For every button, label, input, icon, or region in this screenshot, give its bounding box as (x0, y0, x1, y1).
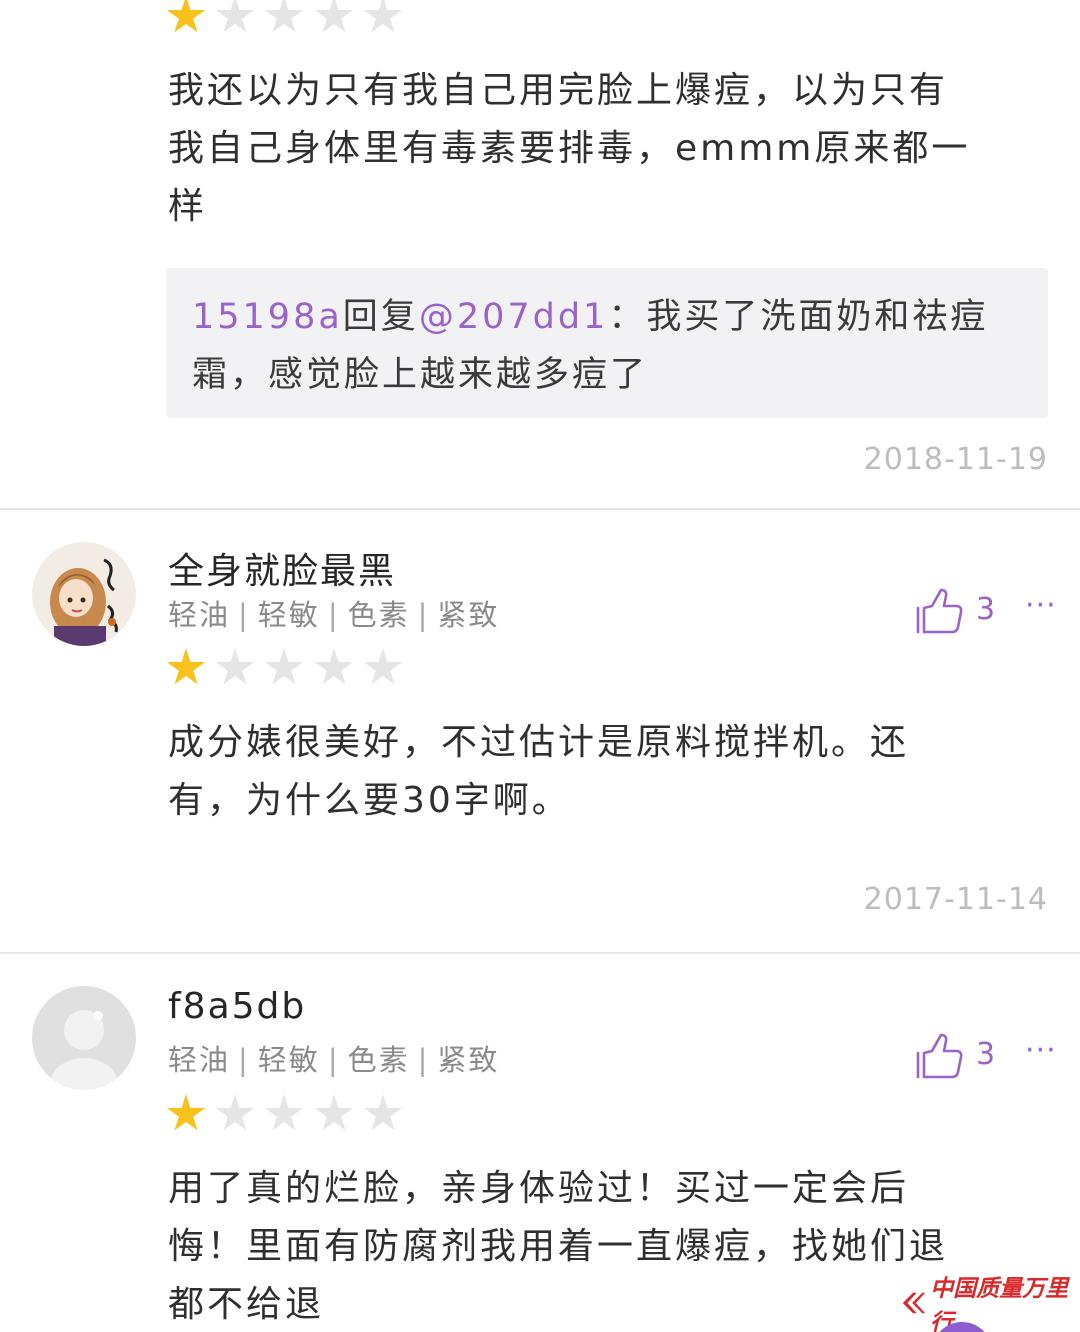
reply-username[interactable]: 15198a (192, 297, 343, 337)
star-icon (166, 648, 206, 685)
skin-tag: 轻敏 (257, 1043, 320, 1077)
star-icon (314, 1094, 354, 1131)
thumbs-up-icon[interactable] (914, 588, 964, 634)
avatar-image (32, 542, 136, 646)
divider (0, 508, 1080, 510)
skin-tag: 紧致 (437, 598, 500, 632)
divider (0, 952, 1080, 954)
skin-tag: 紧致 (437, 1043, 500, 1077)
like-count: 3 (976, 592, 996, 627)
review-text: 成分婊很美好，不过估计是原料搅拌机。还 有，为什么要30字啊。 (168, 722, 910, 821)
star-icon (264, 1094, 304, 1131)
review-text: 我还以为只有我自己用完脸上爆痘，以为只有 我自己身体里有毒素要排毒，emmm原来… (168, 70, 971, 227)
star-icon (264, 648, 304, 685)
star-icon (363, 1094, 403, 1131)
default-avatar-icon (32, 986, 136, 1090)
star-icon (166, 1094, 206, 1131)
star-icon (363, 0, 403, 33)
star-icon (215, 1094, 255, 1131)
reply-target-username[interactable]: @207dd1 (419, 297, 609, 337)
star-icon (215, 648, 255, 685)
skin-tag: 轻油 (168, 1043, 231, 1077)
skin-tags: 轻油 | 轻敏 | 色素 | 紧致 (168, 1043, 500, 1077)
comments-page: 我还以为只有我自己用完脸上爆痘，以为只有 我自己身体里有毒素要排毒，emmm原来… (0, 0, 1080, 1332)
skin-tag: 轻敏 (257, 598, 320, 632)
like-count: 3 (976, 1037, 996, 1072)
avatar[interactable] (32, 542, 136, 646)
star-icon (215, 0, 255, 33)
reply-box[interactable]: 15198a回复@207dd1：我买了洗面奶和祛痘 霜，感觉脸上越来越多痘了 (166, 268, 1048, 418)
thumbs-up-icon[interactable] (914, 1033, 964, 1079)
review-date: 2018-11-19 (863, 442, 1048, 477)
skin-tags: 轻油 | 轻敏 | 色素 | 紧致 (168, 598, 500, 632)
star-icon (166, 0, 206, 33)
watermark: 中国质量万里行 (900, 1275, 1080, 1332)
avatar[interactable] (32, 986, 136, 1090)
star-icon (314, 0, 354, 33)
reply-connector: 回复 (342, 297, 419, 337)
username[interactable]: 全身就脸最黑 (168, 542, 396, 594)
skin-tag: 色素 (347, 598, 410, 632)
star-icon (264, 0, 304, 33)
more-dots-icon[interactable]: ··· (1025, 1033, 1057, 1068)
review-text: 用了真的烂脸，亲身体验过！买过一定会后 悔！里面有防腐剂我用着一直爆痘，找她们退… (168, 1168, 949, 1325)
watermark-logo-icon (902, 1292, 926, 1314)
username[interactable]: f8a5db (168, 986, 306, 1027)
review-date: 2017-11-14 (863, 882, 1048, 917)
star-icon (363, 648, 403, 685)
skin-tag: 轻油 (168, 598, 231, 632)
star-icon (314, 648, 354, 685)
skin-tag: 色素 (347, 1043, 410, 1077)
reply-text: 15198a回复@207dd1：我买了洗面奶和祛痘 霜，感觉脸上越来越多痘了 (192, 288, 1022, 404)
more-dots-icon[interactable]: ··· (1025, 588, 1057, 623)
